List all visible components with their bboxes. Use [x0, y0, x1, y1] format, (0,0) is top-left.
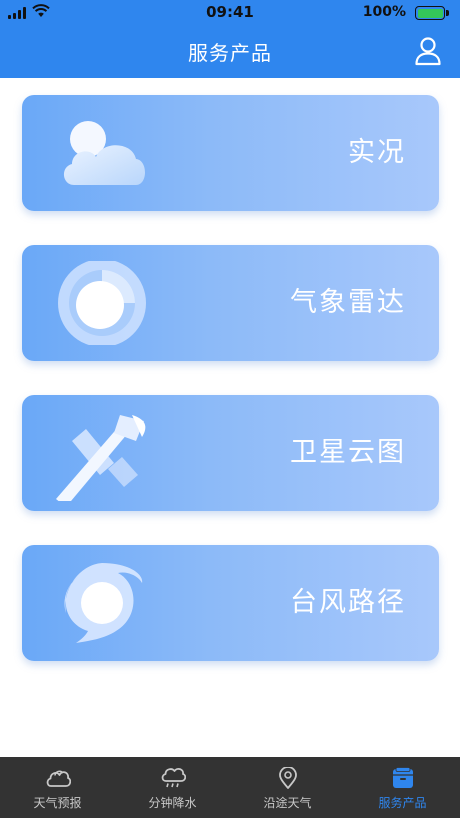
- radar-icon: [58, 261, 146, 345]
- card-typhoon-path[interactable]: 台风路径: [22, 545, 439, 661]
- status-bar: 09:41 100%: [0, 0, 460, 26]
- tab-label: 天气预报: [33, 796, 82, 810]
- battery-tip: [446, 10, 449, 16]
- tab-label: 服务产品: [378, 796, 427, 810]
- service-box-icon: [392, 767, 413, 788]
- cloud-icon: [46, 770, 71, 787]
- card-live-weather[interactable]: 实况: [22, 95, 439, 211]
- card-label: 实况: [348, 137, 406, 168]
- tab-route-weather[interactable]: 沿途天气: [230, 757, 345, 818]
- typhoon-icon: [64, 563, 143, 643]
- battery-percent: 100%: [362, 4, 406, 20]
- page-title: 服务产品: [188, 41, 272, 65]
- user-icon: [415, 37, 441, 66]
- card-weather-radar[interactable]: 气象雷达: [22, 245, 439, 361]
- location-pin-icon: [278, 767, 297, 789]
- user-profile-button[interactable]: [414, 36, 442, 66]
- card-label: 台风路径: [290, 587, 406, 618]
- tab-service-products[interactable]: 服务产品: [345, 757, 460, 818]
- tab-minute-precipitation[interactable]: 分钟降水: [115, 757, 230, 818]
- card-satellite-image[interactable]: 卫星云图: [22, 395, 439, 511]
- battery-icon: [415, 6, 445, 20]
- tab-label: 沿途天气: [263, 796, 312, 810]
- cloud-sun-icon: [63, 121, 145, 185]
- tab-weather-forecast[interactable]: 天气预报: [0, 757, 115, 818]
- card-label: 卫星云图: [290, 437, 406, 468]
- tab-label: 分钟降水: [148, 796, 197, 810]
- bottom-tab-bar: 天气预报 分钟降水 沿途天气 服务产品: [0, 757, 460, 818]
- rain-cloud-icon: [161, 767, 186, 788]
- header-bar: 09:41 100% 服务产品: [0, 0, 460, 78]
- satellite-icon: [56, 415, 146, 501]
- card-label: 气象雷达: [290, 287, 406, 318]
